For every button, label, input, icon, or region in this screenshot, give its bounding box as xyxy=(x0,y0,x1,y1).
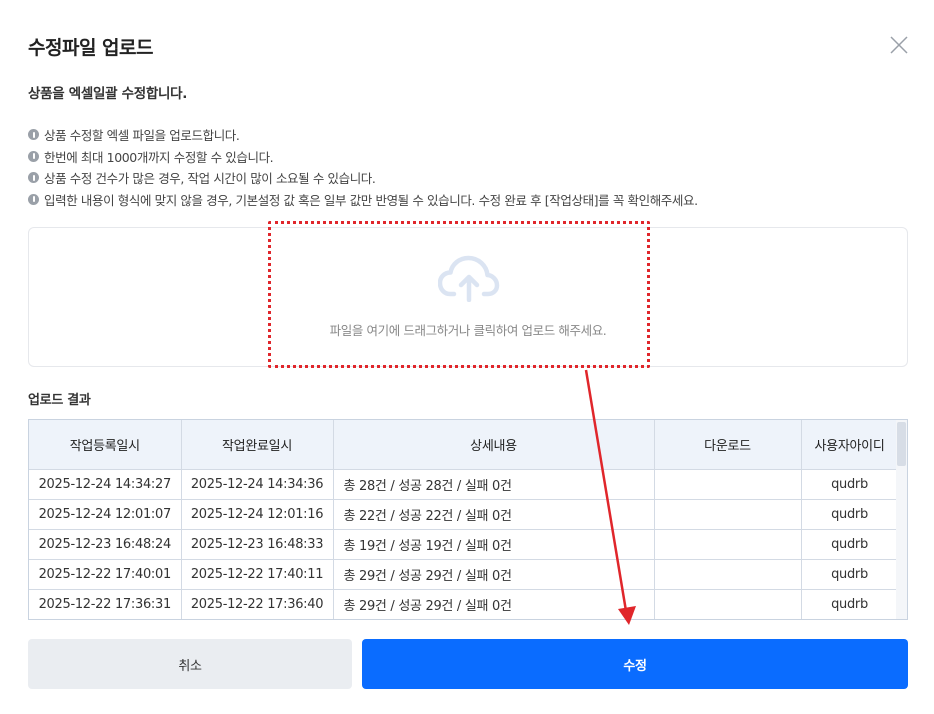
table-header-row: 작업등록일시 작업완료일시 상세내용 다운로드 사용자아이디 xyxy=(29,420,899,470)
info-icon xyxy=(28,129,39,141)
notice-text: 상품 수정 건수가 많은 경우, 작업 시간이 많이 소요될 수 있습니다. xyxy=(44,171,376,187)
cloud-upload-icon xyxy=(438,255,500,302)
download-cell[interactable] xyxy=(654,529,802,560)
user-id-cell: qudrb xyxy=(801,559,899,590)
notice-list: 상품 수정할 엑셀 파일을 업로드합니다. 한번에 최대 1000개까지 수정할… xyxy=(28,124,698,210)
detail-cell: 총 29건 / 성공 29건 / 실패 0건 xyxy=(333,589,655,619)
user-id-cell: qudrb xyxy=(801,499,899,530)
registered-cell: 2025-12-23 16:48:24 xyxy=(29,529,182,560)
table-row: 2025-12-22 17:36:31 2025-12-22 17:36:40 … xyxy=(29,589,899,619)
table-scrollbar[interactable] xyxy=(896,420,907,619)
download-cell[interactable] xyxy=(654,589,802,619)
detail-cell: 총 19건 / 성공 19건 / 실패 0건 xyxy=(333,529,655,560)
user-id-cell: qudrb xyxy=(801,469,899,500)
detail-cell: 총 29건 / 성공 29건 / 실패 0건 xyxy=(333,559,655,590)
download-cell[interactable] xyxy=(654,559,802,590)
completed-cell: 2025-12-23 16:48:33 xyxy=(181,529,334,560)
user-id-cell: qudrb xyxy=(801,589,899,619)
scrollbar-thumb[interactable] xyxy=(897,422,906,466)
column-header-download: 다운로드 xyxy=(654,420,802,470)
table-row: 2025-12-22 17:40:01 2025-12-22 17:40:11 … xyxy=(29,559,899,590)
dialog-title: 수정파일 업로드 xyxy=(28,37,153,59)
download-cell[interactable] xyxy=(654,469,802,500)
registered-cell: 2025-12-24 12:01:07 xyxy=(29,499,182,530)
close-icon[interactable] xyxy=(888,34,910,56)
notice-text: 입력한 내용이 형식에 맞지 않을 경우, 기본설정 값 혹은 일부 값만 반영… xyxy=(44,192,698,208)
info-icon xyxy=(28,172,39,184)
table-row: 2025-12-24 12:01:07 2025-12-24 12:01:16 … xyxy=(29,499,899,530)
notice-item: 입력한 내용이 형식에 맞지 않을 경우, 기본설정 값 혹은 일부 값만 반영… xyxy=(28,189,698,211)
completed-cell: 2025-12-24 14:34:36 xyxy=(181,469,334,500)
upload-dialog: 수정파일 업로드 상품을 엑셀일괄 수정합니다. 상품 수정할 엑셀 파일을 업… xyxy=(0,0,934,714)
dialog-subtitle: 상품을 엑셀일괄 수정합니다. xyxy=(28,86,188,102)
registered-cell: 2025-12-24 14:34:27 xyxy=(29,469,182,500)
column-header-registered: 작업등록일시 xyxy=(29,420,182,470)
info-icon xyxy=(28,150,39,162)
table-row: 2025-12-23 16:48:24 2025-12-23 16:48:33 … xyxy=(29,529,899,560)
table-row: 2025-12-24 14:34:27 2025-12-24 14:34:36 … xyxy=(29,469,899,500)
completed-cell: 2025-12-22 17:40:11 xyxy=(181,559,334,590)
user-id-cell: qudrb xyxy=(801,529,899,560)
column-header-detail: 상세내용 xyxy=(333,420,655,470)
notice-item: 상품 수정 건수가 많은 경우, 작업 시간이 많이 소요될 수 있습니다. xyxy=(28,167,698,189)
file-dropzone[interactable]: 파일을 여기에 드래그하거나 클릭하여 업로드 해주세요. xyxy=(28,227,908,367)
completed-cell: 2025-12-22 17:36:40 xyxy=(181,589,334,619)
dropzone-text: 파일을 여기에 드래그하거나 클릭하여 업로드 해주세요. xyxy=(329,323,607,338)
notice-item: 상품 수정할 엑셀 파일을 업로드합니다. xyxy=(28,124,698,146)
registered-cell: 2025-12-22 17:36:31 xyxy=(29,589,182,619)
registered-cell: 2025-12-22 17:40:01 xyxy=(29,559,182,590)
cancel-button[interactable]: 취소 xyxy=(28,639,352,689)
notice-item: 한번에 최대 1000개까지 수정할 수 있습니다. xyxy=(28,146,698,168)
info-icon xyxy=(28,193,39,205)
notice-text: 상품 수정할 엑셀 파일을 업로드합니다. xyxy=(44,128,240,144)
notice-text: 한번에 최대 1000개까지 수정할 수 있습니다. xyxy=(44,149,274,165)
detail-cell: 총 28건 / 성공 28건 / 실패 0건 xyxy=(333,469,655,500)
column-header-completed: 작업완료일시 xyxy=(181,420,334,470)
submit-button[interactable]: 수정 xyxy=(362,639,908,689)
completed-cell: 2025-12-24 12:01:16 xyxy=(181,499,334,530)
download-cell[interactable] xyxy=(654,499,802,530)
column-header-user-id: 사용자아이디 xyxy=(801,420,899,470)
detail-cell: 총 22건 / 성공 22건 / 실패 0건 xyxy=(333,499,655,530)
upload-results-title: 업로드 결과 xyxy=(28,393,91,408)
upload-results-table: 작업등록일시 작업완료일시 상세내용 다운로드 사용자아이디 2025-12-2… xyxy=(28,419,908,620)
